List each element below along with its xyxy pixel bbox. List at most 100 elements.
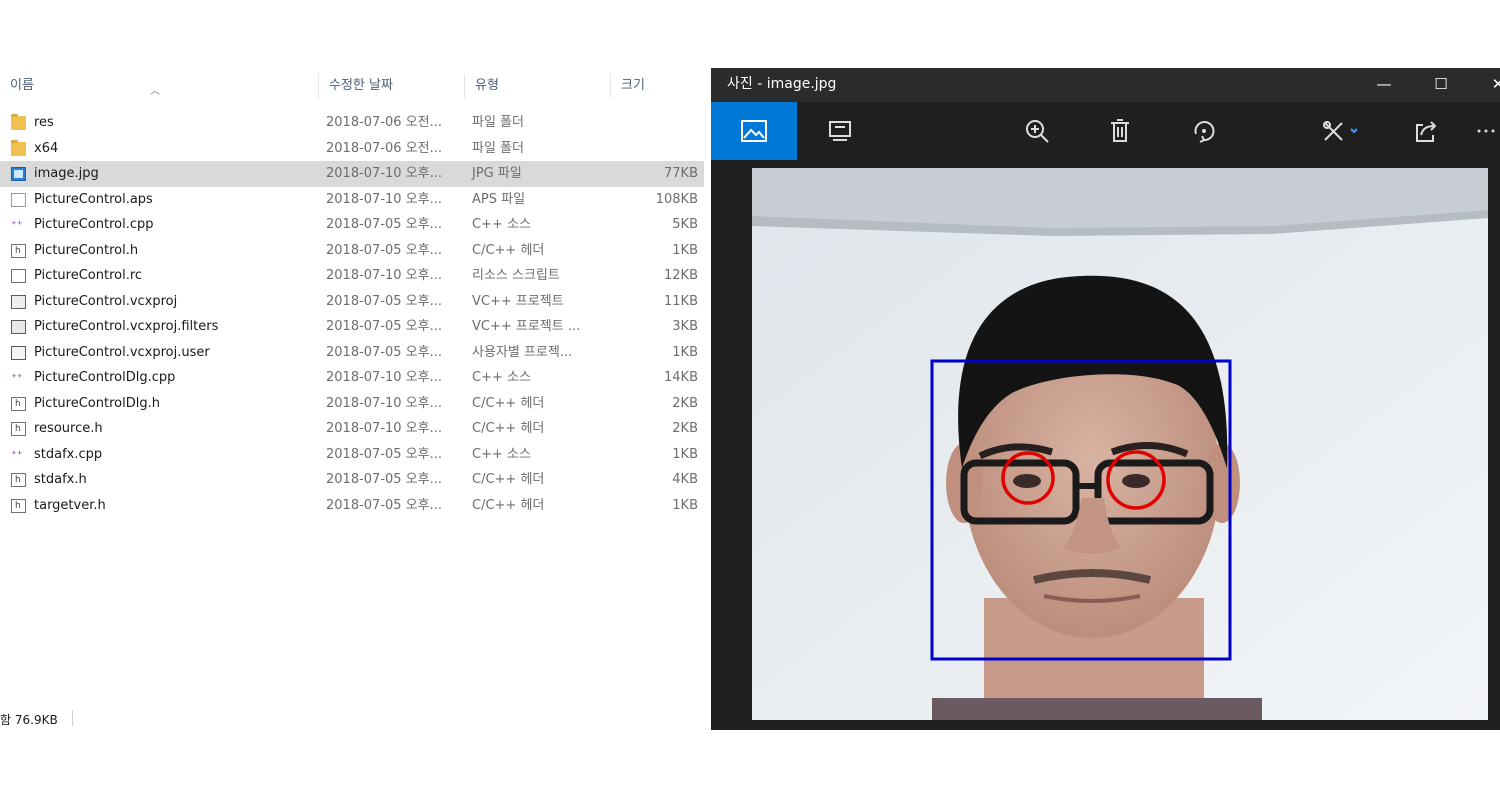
file-row[interactable]: PictureControl.h 2018-07-05 오후... C/C++ 헤더… <box>0 238 704 264</box>
file-size: 108KB <box>655 191 698 207</box>
file-date: 2018-07-10 오후... <box>326 268 442 283</box>
file-type: 리소스 스크립트 <box>472 268 560 283</box>
file-date: 2018-07-10 오후... <box>326 166 442 181</box>
title-bar[interactable]: 사진 - image.jpg — ☐ ✕ <box>711 68 1500 102</box>
vc-project-icon <box>11 294 26 309</box>
photos-window: 사진 - image.jpg — ☐ ✕ <box>711 68 1500 730</box>
rotate-button[interactable] <box>1161 102 1247 160</box>
file-row[interactable]: PictureControl.rc 2018-07-10 오후... 리소스 스크립… <box>0 263 704 289</box>
file-date: 2018-07-05 오후... <box>326 472 442 487</box>
header-file-icon <box>11 468 26 494</box>
filters-file-icon <box>11 320 26 334</box>
file-row[interactable]: resource.h 2018-07-10 오후... C/C++ 헤더 2KB <box>0 416 704 443</box>
file-type: C++ 소스 <box>472 370 531 385</box>
window-title: 사진 - image.jpg <box>727 76 837 92</box>
file-row[interactable]: PictureControl.vcxproj 2018-07-05 오후... VC… <box>0 289 704 315</box>
file-name: resource.h <box>34 421 103 436</box>
file-date: 2018-07-10 오후... <box>326 395 442 411</box>
file-size: 1KB <box>672 344 698 360</box>
close-button[interactable]: ✕ <box>1475 68 1500 100</box>
image-view-icon <box>741 120 767 142</box>
file-row[interactable]: ⁺⁺ PictureControl.cpp 2018-07-05 오후... C++ … <box>0 212 704 238</box>
header-file-icon <box>11 417 26 443</box>
column-header: 이름 ︿ 수정한 날짜 유형 크기 <box>0 74 704 98</box>
status-selection-size: 함 76.9KB <box>0 713 58 727</box>
file-type: C/C++ 헤더 <box>472 421 545 436</box>
file-date: 2018-07-05 오후... <box>326 344 442 360</box>
file-type: C/C++ 헤더 <box>472 497 545 513</box>
delete-icon <box>1111 119 1129 142</box>
file-row[interactable]: PictureControl.vcxproj.user 2018-07-05 오후… <box>0 340 704 366</box>
file-name: PictureControl.vcxproj.user <box>34 344 210 360</box>
file-row[interactable]: ⁺⁺ stdafx.cpp 2018-07-05 오후... C++ 소스 1KB <box>0 442 704 468</box>
file-date: 2018-07-05 오후... <box>326 242 442 258</box>
share-button[interactable] <box>1383 102 1469 160</box>
file-explorer: 이름 ︿ 수정한 날짜 유형 크기 res 2018-07-06 오전... 파일 … <box>0 60 704 740</box>
file-row[interactable]: PictureControl.vcxproj.filters 2018-07-05… <box>0 314 704 340</box>
file-row[interactable]: stdafx.h 2018-07-05 오후... C/C++ 헤더 4KB <box>0 467 704 494</box>
file-type: C/C++ 헤더 <box>472 472 545 487</box>
column-type[interactable]: 유형 <box>464 74 610 98</box>
slideshow-button[interactable] <box>797 102 883 160</box>
file-row[interactable]: ⁺⁺ PictureControlDlg.cpp 2018-07-10 오후... C… <box>0 365 704 391</box>
file-row[interactable]: targetver.h 2018-07-05 오후... C/C++ 헤더 1KB <box>0 493 704 519</box>
file-size: 11KB <box>664 293 698 309</box>
rotate-icon <box>1194 121 1215 143</box>
zoom-button[interactable] <box>994 102 1080 160</box>
file-row[interactable]: PictureControlDlg.h 2018-07-10 오후... C/C++… <box>0 391 704 417</box>
image-file-icon <box>11 167 26 181</box>
file-date: 2018-07-05 오후... <box>326 446 442 462</box>
file-size: 14KB <box>664 370 698 385</box>
share-icon <box>1416 121 1437 142</box>
file-name: PictureControl.h <box>34 242 139 258</box>
file-type: 파일 폴더 <box>472 140 524 156</box>
file-size: 2KB <box>672 395 698 411</box>
maximize-button[interactable]: ☐ <box>1418 68 1464 100</box>
sort-ascending-icon: ︿ <box>150 86 160 97</box>
folder-icon <box>11 114 26 130</box>
edit-draw-icon <box>1323 121 1358 141</box>
file-type: VC++ 프로젝트 <box>472 293 564 309</box>
column-size[interactable]: 크기 <box>610 74 704 98</box>
file-type: APS 파일 <box>472 191 526 207</box>
file-type: C/C++ 헤더 <box>472 242 545 258</box>
file-name: PictureControl.cpp <box>34 217 154 232</box>
file-row[interactable]: res 2018-07-06 오전... 파일 폴더 <box>0 110 704 136</box>
file-type: C++ 소스 <box>472 217 531 232</box>
view-image-button[interactable] <box>711 102 797 160</box>
file-date: 2018-07-05 오후... <box>326 217 442 232</box>
file-date: 2018-07-10 오후... <box>326 421 442 436</box>
file-row[interactable]: x64 2018-07-06 오전... 파일 폴더 <box>0 136 704 162</box>
header-file-icon <box>11 494 26 519</box>
file-row[interactable]: PictureControl.aps 2018-07-10 오후... APS 파일… <box>0 187 704 213</box>
file-date: 2018-07-05 오후... <box>326 293 442 309</box>
file-type: C++ 소스 <box>472 446 531 462</box>
file-name: stdafx.h <box>34 472 87 487</box>
delete-button[interactable] <box>1077 102 1163 160</box>
column-date[interactable]: 수정한 날짜 <box>318 74 464 98</box>
photo-viewer[interactable] <box>752 168 1488 720</box>
minimize-button[interactable]: — <box>1361 68 1407 100</box>
file-row[interactable]: image.jpg 2018-07-10 오후... JPG 파일 77KB <box>0 161 704 187</box>
file-type: 사용자별 프로젝... <box>472 344 573 360</box>
file-name: res <box>34 115 54 130</box>
file-name: PictureControl.aps <box>34 191 153 207</box>
file-type: C/C++ 헤더 <box>472 395 545 411</box>
file-name: image.jpg <box>34 166 99 181</box>
more-button[interactable] <box>1466 102 1500 160</box>
header-file-icon <box>11 239 26 264</box>
file-name: PictureControl.vcxproj <box>34 293 178 309</box>
file-list: res 2018-07-06 오전... 파일 폴더 x64 2018-07-06 오전… <box>0 110 704 519</box>
resource-script-icon <box>11 269 26 283</box>
edit-create-button[interactable] <box>1307 102 1377 160</box>
folder-icon <box>11 139 26 156</box>
file-size: 77KB <box>664 166 698 181</box>
file-size: 3KB <box>672 319 698 334</box>
file-name: stdafx.cpp <box>34 446 103 462</box>
more-icon <box>1477 129 1495 133</box>
blank-file-icon <box>11 192 26 207</box>
file-date: 2018-07-06 오전... <box>326 140 442 156</box>
file-date: 2018-07-06 오전... <box>326 115 442 130</box>
file-size: 2KB <box>672 421 698 436</box>
file-size: 5KB <box>672 217 698 232</box>
